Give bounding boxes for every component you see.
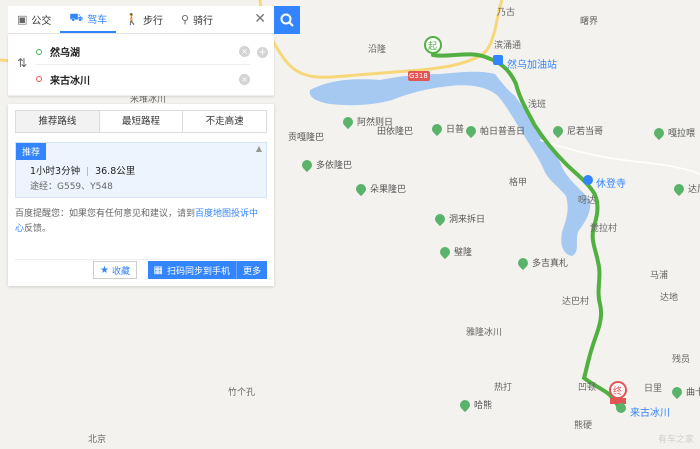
label-xiudengsi[interactable]: 休登寺 — [596, 175, 626, 190]
label-dadi: 达地 — [660, 293, 679, 303]
tab-bike[interactable]: ⚲ 骑行 — [172, 6, 222, 33]
route-inputs: ⇅ 然乌湖 × + 来古冰川 × — [8, 34, 274, 96]
route-preferences: 推荐路线 最短路程 不走高速 — [15, 110, 267, 133]
label-naigu: 乃古 — [497, 8, 516, 18]
transport-tabs: ▣ 公交 ⛟ 驾车 🚶 步行 ⚲ 骑行 ✕ — [8, 6, 274, 34]
label-canyuan: 残员 — [672, 355, 691, 365]
label-yada: 呀达 — [578, 196, 597, 206]
notice-suffix: 反馈。 — [24, 224, 52, 234]
search-button[interactable] — [274, 6, 300, 34]
start-dot-icon — [36, 48, 42, 55]
pref-shortest[interactable]: 最短路程 — [98, 111, 183, 132]
route-summary: 1小时3分钟 36.8公里 — [30, 163, 135, 177]
feedback-notice: 百度提醒您：如果您有任何意见和建议，请到百度地图投诉中心反馈。 — [15, 207, 267, 237]
route-card[interactable]: 推荐 ▲ 1小时3分钟 36.8公里 途经：G559、Y548 — [15, 142, 267, 198]
collapse-icon[interactable]: ▲ — [256, 144, 262, 153]
poi-quka[interactable]: 曲卡 — [669, 384, 700, 399]
poi-gonggalongba[interactable]: 贡嘎隆巴 — [274, 130, 324, 143]
poi-bilong[interactable]: 璧隆 — [437, 244, 472, 259]
poi-galawei[interactable]: 嘎拉喂 — [651, 125, 695, 140]
label-ranwu-gas[interactable]: 然乌加油站 — [507, 56, 557, 71]
sync-phone-button[interactable]: ▦ 扫码同步到手机 更多 — [147, 261, 267, 279]
poi-niruodangge[interactable]: 尼若当哥 — [550, 123, 603, 138]
favorite-label: 收藏 — [111, 266, 130, 277]
search-icon — [280, 13, 294, 27]
walk-icon: 🚶 — [125, 13, 139, 26]
favorite-button[interactable]: ★ 收藏 — [93, 261, 137, 279]
watermark: 有车之家 — [657, 435, 694, 445]
notice-prefix: 百度提醒您：如果您有任何意见和建议，请到 — [15, 209, 196, 219]
label-dabacun: 达巴村 — [562, 297, 590, 307]
end-field[interactable]: 来古冰川 × — [36, 66, 250, 92]
label-gejia: 格甲 — [509, 178, 528, 188]
route-results: 推荐路线 最短路程 不走高速 推荐 ▲ 1小时3分钟 36.8公里 途经：G559… — [8, 104, 274, 286]
bike-icon: ⚲ — [180, 13, 190, 26]
label-reda: 热打 — [494, 383, 513, 393]
start-value[interactable]: 然乌湖 — [50, 44, 235, 59]
qr-icon: ▦ — [153, 264, 163, 276]
car-icon: ⛟ — [69, 11, 84, 24]
bus-icon: ▣ — [17, 13, 28, 26]
label-yanlong: 沿隆 — [368, 45, 387, 55]
pref-recommended[interactable]: 推荐路线 — [16, 111, 99, 132]
clear-start-icon[interactable]: × — [239, 46, 250, 57]
poi-duoguolongba[interactable]: 朵果隆巴 — [353, 181, 406, 196]
label-xiongying: 熊硬 — [574, 421, 593, 431]
shield-g318: G318 — [409, 72, 428, 80]
label-beijing: 北京 — [88, 435, 107, 445]
label-mapu: 马浦 — [650, 271, 669, 281]
tab-drive[interactable]: ⛟ 驾车 — [60, 6, 117, 33]
poi-ripu[interactable]: 日普 — [429, 121, 464, 136]
route-duration: 1小时3分钟 — [30, 166, 81, 177]
close-icon[interactable]: ✕ — [254, 11, 266, 27]
tab-bus[interactable]: ▣ 公交 — [8, 6, 60, 33]
route-panel: ▣ 公交 ⛟ 驾车 🚶 步行 ⚲ 骑行 ✕ ⇅ 然乌湖 × + 来古冰川 × 推… — [8, 6, 274, 286]
pref-no-highway[interactable]: 不走高速 — [182, 111, 266, 132]
star-icon: ★ — [100, 264, 109, 276]
poi-haxiong[interactable]: 哈熊 — [457, 397, 492, 412]
route-via: 途经：G559、Y548 — [30, 182, 113, 192]
more-button[interactable]: 更多 — [235, 261, 267, 279]
label-qianban: 浅班 — [528, 100, 547, 110]
route-distance: 36.8公里 — [95, 166, 136, 177]
start-marker-label[interactable]: 起 — [428, 39, 437, 52]
action-bar: ★ 收藏 ▦ 扫码同步到手机 更多 — [15, 259, 267, 279]
label-aodun: 凹顿 — [578, 383, 597, 393]
add-waypoint-icon[interactable]: + — [257, 47, 268, 58]
label-yalongbingchuan: 雅隆冰川 — [466, 328, 503, 338]
swap-icon[interactable]: ⇅ — [17, 56, 27, 70]
label-bintongtong: 滨涌通 — [494, 41, 522, 51]
end-dot-icon — [36, 76, 42, 82]
end-value[interactable]: 来古冰川 — [50, 72, 235, 87]
label-juelacun: 觉拉村 — [590, 224, 618, 234]
poi-duojizhenza[interactable]: 多吉真札 — [515, 255, 568, 270]
start-field[interactable]: 然乌湖 × + — [36, 39, 268, 65]
end-marker-label[interactable]: 终 — [613, 384, 622, 397]
poi-tianyilongba[interactable]: 田依隆巴 — [363, 124, 413, 137]
tab-drive-label: 驾车 — [87, 15, 108, 26]
tab-walk-label: 步行 — [142, 16, 163, 27]
poi-duoyilongba[interactable]: 多依隆巴 — [299, 157, 352, 172]
tab-bike-label: 骑行 — [193, 16, 214, 27]
poi-paripuwuri[interactable]: 帕日普吾日 — [463, 123, 525, 138]
clear-end-icon[interactable]: × — [239, 73, 250, 85]
label-rili: 日里 — [644, 384, 663, 394]
label-shujie: 曙界 — [580, 17, 599, 27]
label-laigubingchuan[interactable]: 来古冰川 — [630, 404, 670, 419]
tab-bus-label: 公交 — [31, 16, 52, 27]
poi-donglaichairi[interactable]: 洞来拆日 — [432, 211, 485, 226]
sync-label: 扫码同步到手机 — [166, 266, 230, 277]
poi-dani[interactable]: 达尼 — [671, 181, 700, 196]
recommended-tag: 推荐 — [16, 143, 47, 160]
label-zhugekong: 竹个孔 — [228, 388, 256, 398]
tab-walk[interactable]: 🚶 步行 — [116, 6, 172, 33]
